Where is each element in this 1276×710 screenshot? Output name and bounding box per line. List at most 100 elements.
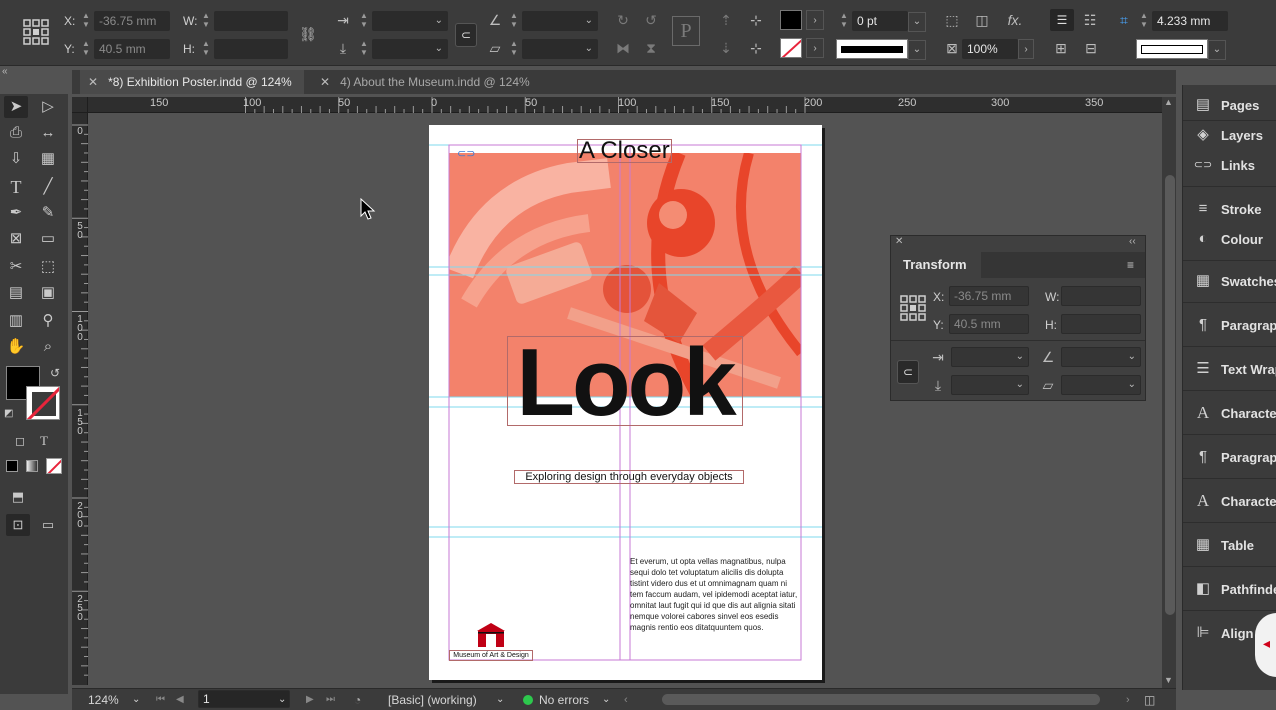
select-content-icon[interactable]: ⇣ <box>716 38 736 58</box>
selection-tool-icon[interactable]: ➤ <box>4 96 28 118</box>
y-field[interactable]: 40.5 mm <box>94 39 170 59</box>
tab-transform[interactable]: Transform <box>891 252 981 278</box>
scale-x-stepper[interactable]: ▲ ▼ <box>358 11 370 31</box>
gutter-field[interactable]: 4.233 mm <box>1152 11 1228 31</box>
h-field[interactable] <box>214 39 288 59</box>
scroll-right-icon[interactable]: › <box>1126 689 1130 710</box>
stroke-menu-icon[interactable]: › <box>806 38 824 58</box>
page-dropdown-icon[interactable]: ⌄ <box>278 689 286 710</box>
content-collector-tool-icon[interactable]: ⇩ <box>4 148 28 170</box>
hand-tool-icon[interactable]: ✋ <box>4 336 28 358</box>
scale-y-stepper[interactable]: ▲ ▼ <box>358 39 370 59</box>
y-stepper[interactable]: ▲ ▼ <box>80 39 92 59</box>
apply-color-icon[interactable] <box>6 460 18 472</box>
scale-x-field[interactable]: ⌄ <box>372 11 448 31</box>
swap-colors-icon[interactable]: ↺ <box>50 366 60 380</box>
w-field[interactable] <box>1061 286 1141 306</box>
eyedropper-tool-icon[interactable]: ⚲ <box>36 310 60 332</box>
last-page-icon[interactable]: ⏭ <box>326 689 335 710</box>
normal-mode-icon[interactable]: ⊡ <box>6 514 30 536</box>
stroke-weight-dropdown-icon[interactable]: ⌄ <box>908 12 926 32</box>
drop-shadow-icon[interactable]: ◫ <box>972 10 992 30</box>
line-tool-icon[interactable]: ╱ <box>36 176 60 198</box>
scale-y-field[interactable]: ⌄ <box>372 39 448 59</box>
stroke-weight-field[interactable]: 0 pt <box>852 11 908 31</box>
fill-swatch[interactable] <box>780 10 802 30</box>
constrain-proportions-icon[interactable]: ⊂ <box>897 360 919 384</box>
document-page[interactable]: ⊂⊃ A Closer Look Exploring design throug… <box>429 125 822 680</box>
stroke-type-dropdown-icon[interactable]: ⌄ <box>908 40 926 60</box>
heading-large[interactable]: Look <box>507 335 743 431</box>
gradient-swatch-tool-icon[interactable]: ▤ <box>4 282 28 304</box>
select-previous-icon[interactable]: ⊹ <box>744 10 768 30</box>
vertical-ruler[interactable]: 0 50 100 150 200 250 <box>72 113 88 685</box>
dock-item-swatches[interactable]: ▦ Swatches <box>1183 261 1276 303</box>
tab-exhibition-poster[interactable]: ✕ *8) Exhibition Poster.indd @ 124% <box>80 70 304 94</box>
preflight-profile-icon[interactable]: ◔ <box>354 689 361 710</box>
floating-badge-icon[interactable]: ◂ <box>1255 613 1276 677</box>
split-view-icon[interactable]: ◫ <box>1144 689 1155 710</box>
select-next-icon[interactable]: ⊹ <box>744 38 768 58</box>
tab-about-museum[interactable]: ✕ 4) About the Museum.indd @ 124% <box>312 70 532 94</box>
fill-menu-icon[interactable]: › <box>806 10 824 30</box>
dock-item-layers[interactable]: ◈ Layers <box>1183 115 1276 145</box>
body-text[interactable]: Et everum, ut opta vellas magnatibus, nu… <box>630 556 802 633</box>
place-icon[interactable]: ⬒ <box>6 486 30 508</box>
stroke-style-dropdown-icon[interactable]: ⌄ <box>1208 40 1226 60</box>
flip-horizontal-icon[interactable]: ⧓ <box>612 38 634 58</box>
first-page-icon[interactable]: ⏮ <box>156 689 165 710</box>
close-tab-icon[interactable]: ✕ <box>320 75 330 89</box>
x-stepper[interactable]: ▲ ▼ <box>80 11 92 31</box>
rotate-field[interactable]: ⌄ <box>522 11 598 31</box>
previous-page-icon[interactable]: ◀ <box>176 689 184 710</box>
opacity-menu-icon[interactable]: › <box>1018 39 1034 59</box>
stroke-type-field[interactable] <box>836 39 908 59</box>
dock-item-stroke[interactable]: ≡ Stroke <box>1183 189 1276 219</box>
formatting-text-icon[interactable]: T <box>32 430 56 452</box>
x-field[interactable]: -36.75 mm <box>949 286 1029 306</box>
link-scale-icon[interactable]: ⊂ <box>455 23 477 47</box>
scale-x-field[interactable]: ⌄ <box>951 347 1029 367</box>
rectangle-frame-tool-icon[interactable]: ⊠ <box>4 228 28 250</box>
stroke-style-field[interactable] <box>1136 39 1208 59</box>
next-page-icon[interactable]: ▶ <box>306 689 314 710</box>
gradient-feather-tool-icon[interactable]: ▣ <box>36 282 60 304</box>
gap-tool-icon[interactable]: ↔ <box>36 122 60 144</box>
close-panel-icon[interactable]: ✕ <box>895 236 903 247</box>
default-colors-icon[interactable]: ◩ <box>4 408 13 419</box>
rotate-stepper[interactable]: ▲ ▼ <box>508 11 520 31</box>
screen-mode-icon[interactable]: ▭ <box>36 514 60 536</box>
dock-item-paragraph[interactable]: ¶ Paragraph <box>1183 305 1276 347</box>
profile-dropdown-icon[interactable]: ⌄ <box>496 689 504 710</box>
formatting-container-icon[interactable]: ◻ <box>8 430 32 452</box>
pen-tool-icon[interactable]: ✒ <box>4 202 28 224</box>
scissors-tool-icon[interactable]: ✂ <box>4 256 28 278</box>
h-stepper[interactable]: ▲ ▼ <box>200 39 212 59</box>
x-field[interactable]: -36.75 mm <box>94 11 170 31</box>
dock-item-colour[interactable]: ◐ Colour <box>1183 219 1276 261</box>
pencil-tool-icon[interactable]: ✎ <box>36 202 60 224</box>
page-number-field[interactable]: 1 <box>198 690 290 708</box>
close-tab-icon[interactable]: ✕ <box>88 75 98 89</box>
gutter-stepper[interactable]: ▲ ▼ <box>1138 11 1150 31</box>
flip-vertical-icon[interactable]: ⧗ <box>640 38 662 58</box>
heading-small[interactable]: A Closer <box>577 139 672 163</box>
rectangle-tool-icon[interactable]: ▭ <box>36 228 60 250</box>
subtitle[interactable]: Exploring design through everyday object… <box>514 470 744 484</box>
dock-item-text-wrap[interactable]: ☰ Text Wrap <box>1183 349 1276 391</box>
y-field[interactable]: 40.5 mm <box>949 314 1029 334</box>
panel-menu-icon[interactable]: ≡ <box>1127 258 1134 272</box>
distribute-vertical-icon[interactable]: ⊟ <box>1080 38 1102 58</box>
effects-icon[interactable]: fx. <box>1004 10 1026 30</box>
horizontal-scroll-thumb[interactable] <box>662 694 1100 705</box>
stroke-color-swatch[interactable] <box>26 386 60 420</box>
shear-field[interactable]: ⌄ <box>1061 375 1141 395</box>
rotate-ccw-icon[interactable]: ↺ <box>640 10 662 30</box>
collapse-panel-icon[interactable]: ‹‹ <box>1129 236 1136 247</box>
align-left-icon[interactable]: ☰ <box>1050 9 1074 31</box>
dock-item-pathfinder[interactable]: ◧ Pathfinder <box>1183 569 1276 611</box>
select-container-icon[interactable]: ⇡ <box>716 10 736 30</box>
dock-item-character[interactable]: A Character <box>1183 393 1276 435</box>
dock-item-table[interactable]: ▦ Table <box>1183 525 1276 567</box>
content-placer-tool-icon[interactable]: ▦ <box>36 148 60 170</box>
